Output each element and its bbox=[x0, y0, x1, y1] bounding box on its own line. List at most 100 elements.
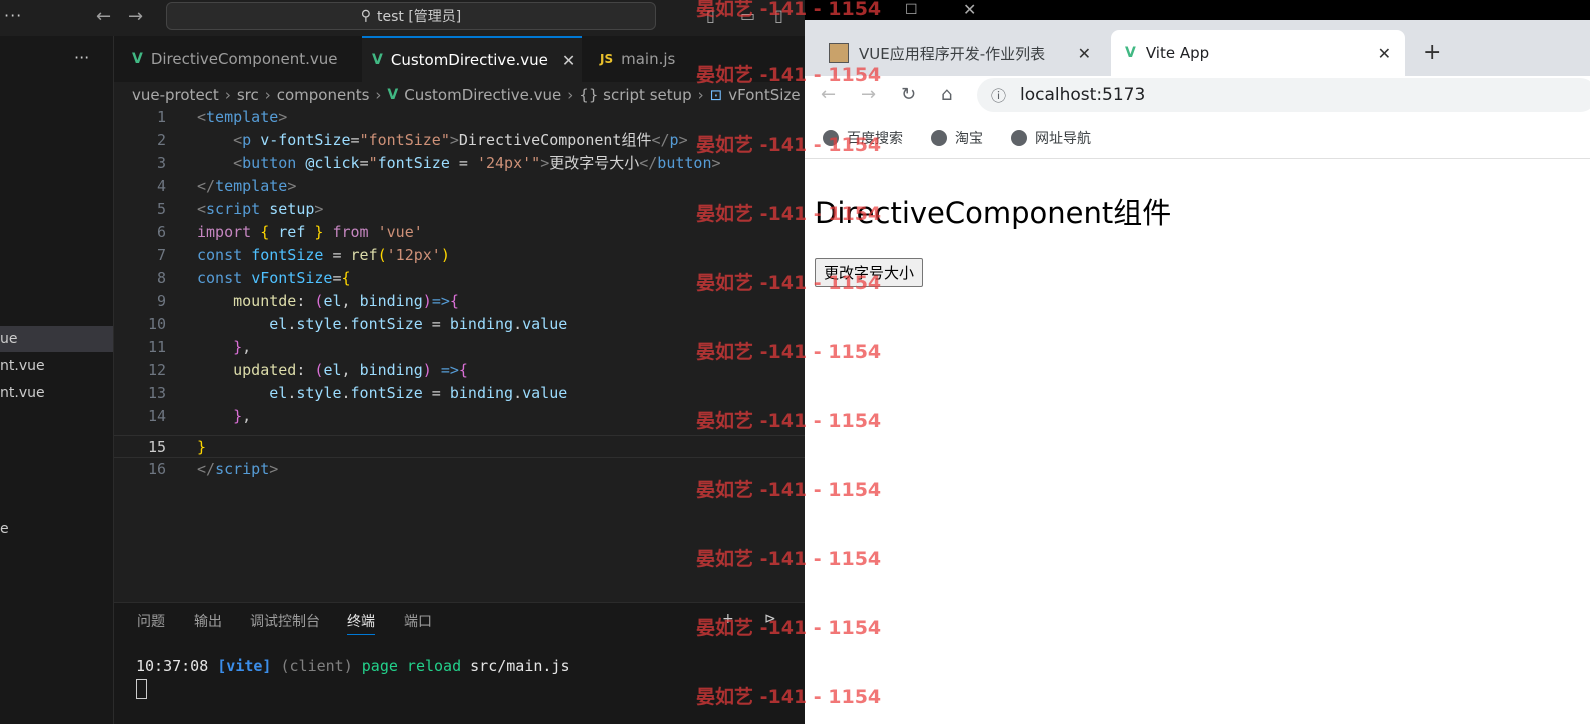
watermark: 晏如艺 -141 - 1154 bbox=[696, 686, 882, 708]
tab-label: CustomDirective.vue bbox=[390, 51, 548, 69]
vue-icon: V bbox=[1125, 45, 1136, 61]
breadcrumb-item[interactable]: {} script setup bbox=[579, 86, 691, 104]
code-line-current: 15} bbox=[114, 435, 820, 458]
forward-arrow-icon[interactable]: → bbox=[861, 84, 876, 105]
line-number: 1 bbox=[156, 108, 166, 126]
variable-icon: ⊡ bbox=[709, 86, 723, 104]
panel-tab-ports[interactable]: 端口 bbox=[404, 611, 432, 631]
breadcrumb-item[interactable]: vFontSize bbox=[728, 86, 800, 104]
breadcrumb: vue-protect › src › components › V CustomDi… bbox=[132, 84, 801, 106]
address-bar[interactable]: ⓘ localhost:5173 bbox=[977, 78, 1590, 112]
search-icon: ⚲ bbox=[360, 8, 371, 24]
maximize-icon[interactable]: ☐ bbox=[905, 2, 918, 18]
new-tab-button[interactable]: + bbox=[1423, 40, 1441, 65]
sidebar-file-item[interactable]: ue bbox=[0, 326, 113, 352]
bookmark-label: 网址导航 bbox=[1035, 131, 1091, 147]
close-icon[interactable]: ✕ bbox=[1078, 44, 1091, 63]
line-number: 9 bbox=[156, 292, 166, 310]
line-number: 14 bbox=[147, 407, 166, 425]
command-center-label: test [管理员] bbox=[377, 9, 462, 25]
sidebar-file-item[interactable]: e bbox=[0, 516, 113, 542]
globe-icon bbox=[1011, 130, 1027, 146]
tab-label: main.js bbox=[621, 50, 676, 68]
browser-tab-strip: VUE应用程序开发-作业列表 ✕ V Vite App ✕ + bbox=[805, 20, 1590, 76]
chevron-right-icon: › bbox=[264, 86, 271, 104]
bookmark-item[interactable]: 网址导航 bbox=[1011, 128, 1091, 148]
vue-icon: V bbox=[132, 51, 143, 67]
watermark: 晏如艺 -141 - 1154 bbox=[696, 134, 882, 156]
explorer-sidebar: ··· ue nt.vue nt.vue e bbox=[0, 36, 114, 724]
line-number: 3 bbox=[156, 154, 166, 172]
watermark: 晏如艺 -141 - 1154 bbox=[696, 617, 882, 639]
terminal-cursor[interactable] bbox=[136, 679, 147, 699]
breadcrumb-item[interactable]: CustomDirective.vue bbox=[404, 86, 561, 104]
line-number: 15 bbox=[147, 438, 166, 456]
chevron-right-icon: › bbox=[224, 86, 231, 104]
chevron-right-icon: › bbox=[567, 86, 574, 104]
line-number: 10 bbox=[147, 315, 166, 333]
vue-icon: V bbox=[372, 52, 383, 68]
address-text: localhost:5173 bbox=[1020, 85, 1146, 105]
chevron-right-icon: › bbox=[375, 86, 382, 104]
panel-tab-terminal[interactable]: 终端 bbox=[347, 611, 375, 635]
bookmarks-bar: 百度搜索 淘宝 网址导航 bbox=[805, 116, 1590, 159]
code-line: 10 el.style.fontSize = binding.value bbox=[114, 313, 820, 336]
terminal-message: page reload bbox=[361, 657, 462, 675]
chevron-right-icon: › bbox=[697, 86, 704, 104]
code-line: 1 <template> bbox=[114, 106, 820, 129]
breadcrumb-item[interactable]: src bbox=[237, 86, 259, 104]
line-number: 16 bbox=[147, 460, 166, 478]
terminal-client: (client) bbox=[280, 657, 353, 675]
line-number: 8 bbox=[156, 269, 166, 287]
bookmark-label: 淘宝 bbox=[955, 131, 983, 147]
close-window-icon[interactable]: ✕ bbox=[963, 0, 976, 19]
address-toolbar: ← → ↻ ⌂ ⓘ localhost:5173 bbox=[805, 76, 1590, 116]
sidebar-file-item[interactable]: nt.vue bbox=[0, 353, 113, 379]
close-icon[interactable]: ✕ bbox=[562, 51, 575, 70]
line-number: 6 bbox=[156, 223, 166, 241]
panel-tab-debug-console[interactable]: 调试控制台 bbox=[250, 611, 320, 631]
back-arrow-icon[interactable]: ← bbox=[821, 84, 836, 105]
browser-tab-title: Vite App bbox=[1145, 44, 1210, 62]
terminal-output-line: 10:37:08 [vite] (client) page reload src… bbox=[136, 657, 570, 675]
close-icon[interactable]: ✕ bbox=[1378, 44, 1391, 63]
watermark: 晏如艺 -141 - 1154 bbox=[696, 203, 882, 225]
line-number: 7 bbox=[156, 246, 166, 264]
info-icon: ⓘ bbox=[991, 86, 1007, 105]
panel-tab-output[interactable]: 输出 bbox=[194, 611, 222, 631]
watermark: 晏如艺 -141 - 1154 bbox=[696, 64, 882, 86]
vue-icon: V bbox=[387, 87, 399, 103]
tab-custom-directive[interactable]: V CustomDirective.vue ✕ bbox=[362, 36, 582, 82]
tab-directive-component[interactable]: V DirectiveComponent.vue bbox=[122, 36, 362, 82]
code-line: 7 const fontSize = ref('12px') bbox=[114, 244, 820, 267]
watermark: 晏如艺 -141 - 1154 bbox=[696, 0, 882, 20]
forward-arrow-icon[interactable]: → bbox=[128, 6, 143, 27]
home-icon[interactable]: ⌂ bbox=[941, 84, 952, 105]
watermark: 晏如艺 -141 - 1154 bbox=[696, 410, 882, 432]
more-icon[interactable]: ··· bbox=[4, 6, 22, 25]
command-center-search[interactable]: ⚲ test [管理员] bbox=[166, 2, 656, 30]
line-number: 13 bbox=[147, 384, 166, 402]
browser-tab-vite-app[interactable]: V Vite App ✕ bbox=[1111, 30, 1405, 76]
sidebar-file-item[interactable]: nt.vue bbox=[0, 380, 113, 406]
breadcrumb-item[interactable]: components bbox=[277, 86, 370, 104]
window-top-strip: ☐ ✕ bbox=[805, 0, 1590, 20]
browser-tab-title: VUE应用程序开发-作业列表 bbox=[859, 44, 1046, 63]
watermark: 晏如艺 -141 - 1154 bbox=[696, 341, 882, 363]
browser-window: VUE应用程序开发-作业列表 ✕ V Vite App ✕ + ← → ↻ ⌂ … bbox=[805, 20, 1590, 724]
watermark: 晏如艺 -141 - 1154 bbox=[696, 479, 882, 501]
more-actions-icon[interactable]: ··· bbox=[74, 48, 89, 67]
tab-label: DirectiveComponent.vue bbox=[150, 50, 338, 68]
bookmark-item[interactable]: 淘宝 bbox=[931, 128, 983, 148]
watermark: 晏如艺 -141 - 1154 bbox=[696, 272, 882, 294]
reload-icon[interactable]: ↻ bbox=[901, 84, 916, 105]
code-line: 4 </template> bbox=[114, 175, 820, 198]
panel-tab-problems[interactable]: 问题 bbox=[137, 611, 165, 631]
line-number: 11 bbox=[147, 338, 166, 356]
line-number: 12 bbox=[147, 361, 166, 379]
line-number: 2 bbox=[156, 131, 166, 149]
breadcrumb-item[interactable]: vue-protect bbox=[132, 86, 219, 104]
watermark: 晏如艺 -141 - 1154 bbox=[696, 548, 882, 570]
back-arrow-icon[interactable]: ← bbox=[96, 6, 111, 27]
terminal-file: src/main.js bbox=[470, 657, 570, 675]
